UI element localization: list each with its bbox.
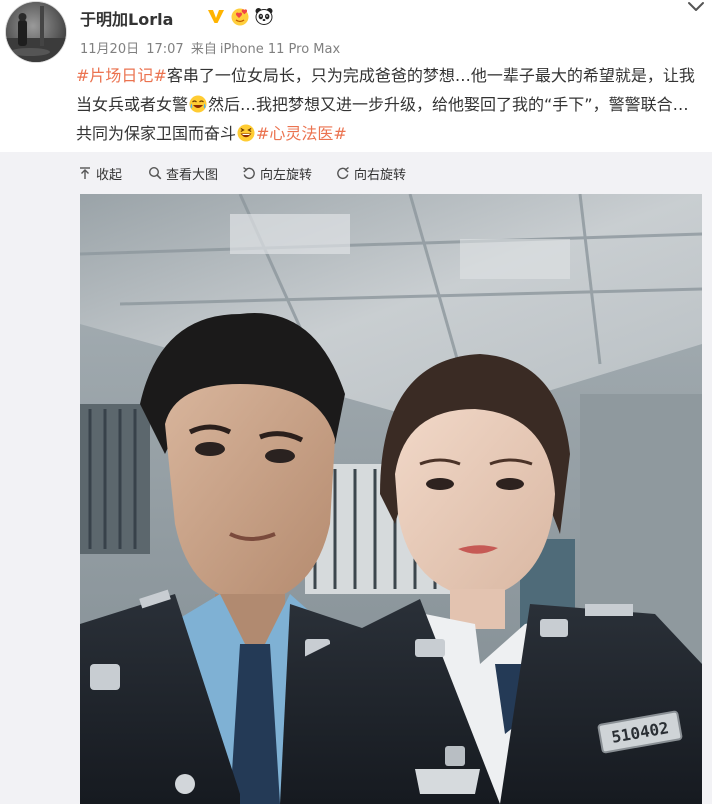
post-text: #片场日记#客串了一位女局长，只为完成爸爸的梦想…他一辈子最大的希望就是，让我当… (76, 61, 702, 148)
laugh-cry-emoji-icon (189, 95, 207, 113)
view-large-button[interactable]: 查看大图 (148, 164, 218, 183)
post-time[interactable]: 17:07 (146, 42, 183, 57)
search-icon (149, 166, 162, 180)
topic-tag-diary[interactable]: #片场日记# (76, 66, 167, 85)
avatar-photo (6, 2, 66, 62)
love-badge-icon[interactable] (230, 6, 250, 26)
collapse-label: 收起 (96, 167, 123, 183)
post-meta: 11月20日 17:07 来自 iPhone 11 Pro Max (80, 38, 343, 57)
post-date[interactable]: 11月20日 (80, 42, 139, 57)
rotate-right-icon (337, 166, 349, 180)
collapse-icon (80, 167, 90, 179)
username[interactable]: 于明加Lorla (80, 6, 173, 30)
panda-icon[interactable] (254, 6, 274, 26)
source-prefix: 来自 (190, 42, 217, 57)
selfie-photo: 510402 (80, 194, 702, 804)
avatar[interactable] (6, 2, 66, 62)
source-device[interactable]: iPhone 11 Pro Max (220, 42, 340, 57)
rotate-left-label: 向左旋转 (260, 167, 313, 183)
rotate-left-icon (243, 166, 255, 180)
user-badges (206, 6, 274, 26)
media-toolbar: 收起 查看大图 向左旋转 向右旋转 (78, 163, 406, 183)
laugh-emoji-icon (237, 124, 255, 142)
rotate-left-button[interactable]: 向左旋转 (242, 164, 312, 183)
rotate-right-button[interactable]: 向右旋转 (336, 164, 406, 183)
weibo-post: 于明加Lorla 11月20日 17:07 来自 iPhone 11 Pro M… (0, 0, 712, 804)
collapse-button[interactable]: 收起 (78, 164, 122, 183)
post-photo[interactable]: 510402 (80, 194, 702, 804)
chevron-down-icon[interactable] (686, 0, 706, 14)
topic-tag-drama[interactable]: #心灵法医# (256, 124, 347, 143)
verified-v-icon[interactable] (206, 6, 226, 26)
rotate-right-label: 向右旋转 (354, 167, 407, 183)
view-large-label: 查看大图 (166, 167, 219, 183)
